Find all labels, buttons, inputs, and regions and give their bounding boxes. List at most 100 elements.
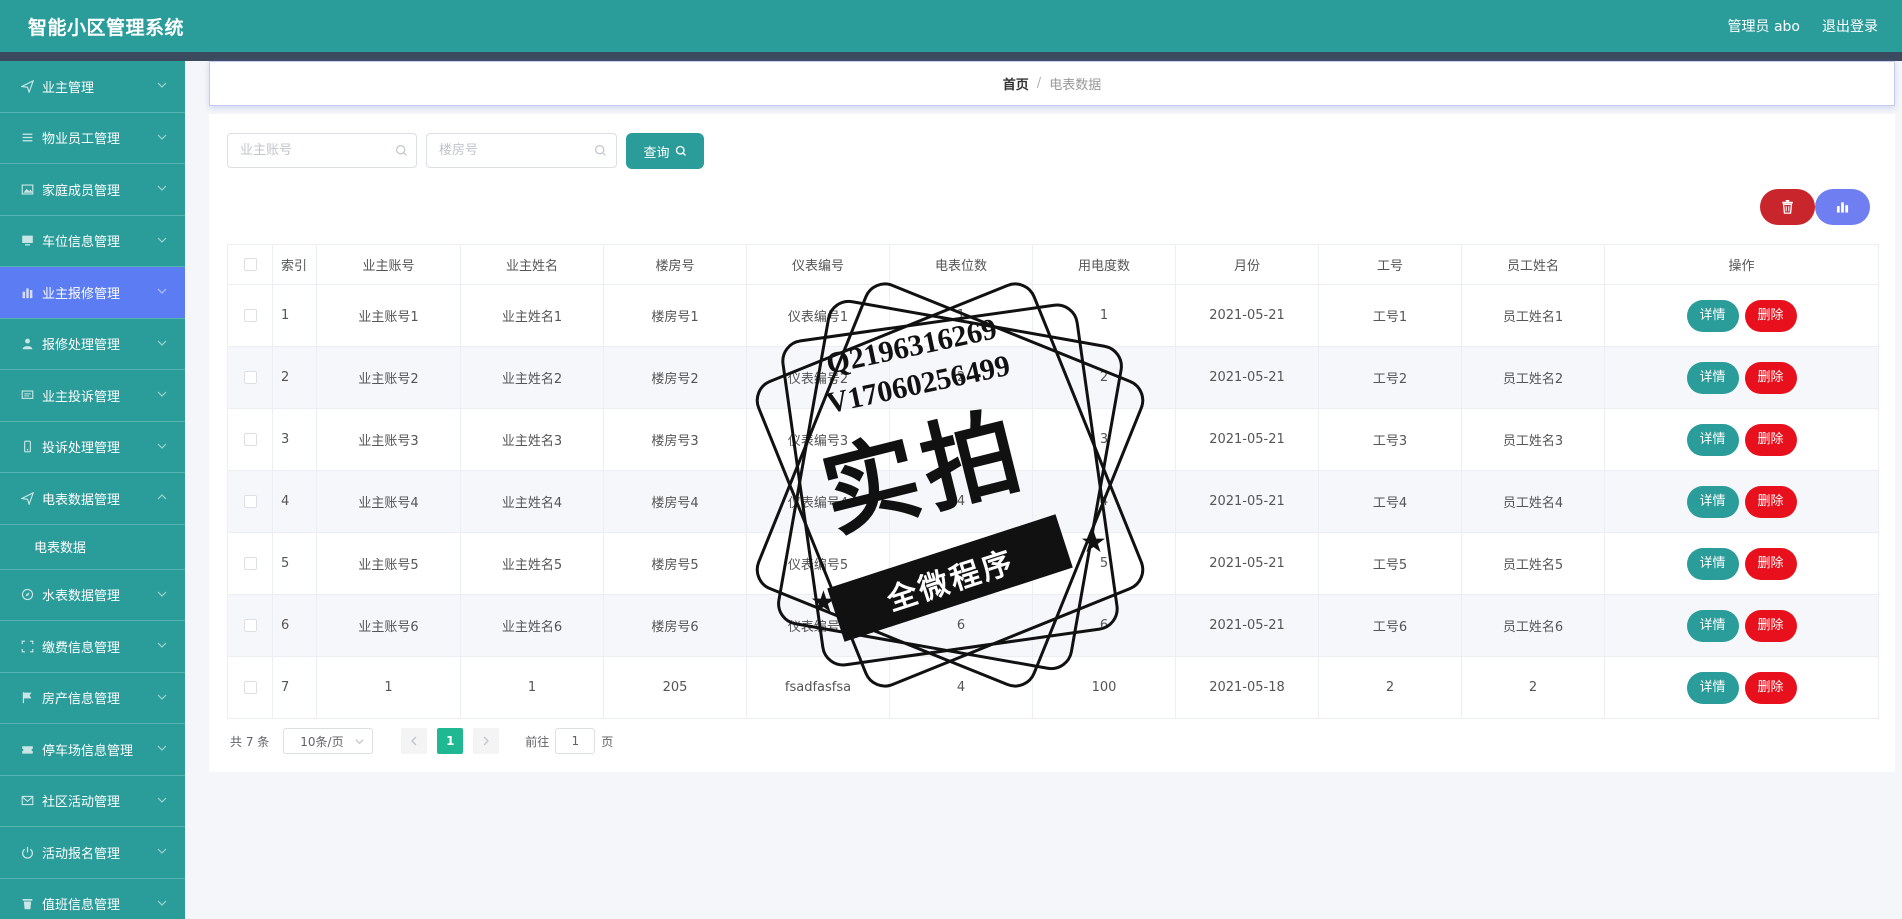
- owner-account-search-input[interactable]: [227, 133, 417, 168]
- table-cell-digits: 3: [889, 408, 1033, 471]
- detail-button[interactable]: 详情: [1686, 547, 1739, 580]
- send-icon: [20, 79, 34, 93]
- row-checkbox-cell[interactable]: [227, 346, 273, 409]
- table-cell-digits: 2: [889, 346, 1033, 409]
- flag-icon: [20, 691, 34, 705]
- sidebar-item-0[interactable]: 业主管理: [0, 61, 185, 113]
- delete-button[interactable]: 删除: [1744, 361, 1797, 394]
- statistics-button[interactable]: [1815, 189, 1870, 225]
- table-cell-month: 2021-05-21: [1175, 470, 1319, 533]
- detail-button[interactable]: 详情: [1686, 609, 1739, 642]
- table-cell-month: 2021-05-21: [1175, 532, 1319, 595]
- chevron-left-icon: [411, 736, 417, 746]
- page-number-current[interactable]: 1: [437, 728, 464, 754]
- breadcrumb-home[interactable]: 首页: [1003, 74, 1029, 93]
- compass-icon: [20, 588, 34, 602]
- chevron-down-icon: [157, 694, 167, 700]
- sidebar-item-8[interactable]: 电表数据管理: [0, 473, 185, 525]
- select-all-checkbox[interactable]: [227, 244, 273, 285]
- sidebar-item-11[interactable]: 房产信息管理: [0, 673, 185, 724]
- row-checkbox-cell[interactable]: [227, 656, 273, 719]
- table-cell-building: 楼房号3: [603, 408, 747, 471]
- sidebar-item-label: 房产信息管理: [42, 692, 121, 708]
- checkbox[interactable]: [243, 619, 257, 632]
- table-cell-meter: 仪表编号3: [746, 408, 890, 471]
- table-cell-meter: fsadfasfsa: [746, 656, 890, 719]
- row-checkbox-cell[interactable]: [227, 532, 273, 595]
- table-cell-usage: 3: [1032, 408, 1176, 471]
- table-cell-name: 业主姓名3: [460, 408, 604, 471]
- sidebar-item-2[interactable]: 家庭成员管理: [0, 164, 185, 216]
- table-cell-digits: 5: [889, 532, 1033, 595]
- checkbox[interactable]: [243, 258, 257, 271]
- sidebar-item-3[interactable]: 车位信息管理: [0, 216, 185, 267]
- prev-page-button[interactable]: [401, 728, 428, 754]
- delete-button[interactable]: 删除: [1744, 423, 1797, 456]
- sidebar-item-label: 业主管理: [42, 80, 95, 96]
- table-cell-building: 205: [603, 656, 747, 719]
- delete-button[interactable]: 删除: [1744, 299, 1797, 332]
- operation-cell: 详情 删除: [1604, 346, 1879, 409]
- sidebar-submenu-item[interactable]: 电表数据: [0, 525, 185, 570]
- detail-button[interactable]: 详情: [1686, 361, 1739, 394]
- sidebar-item-10[interactable]: 缴费信息管理: [0, 621, 185, 673]
- row-checkbox-cell[interactable]: [227, 408, 273, 471]
- row-checkbox-cell[interactable]: [227, 470, 273, 533]
- sidebar-item-1[interactable]: 物业员工管理: [0, 113, 185, 164]
- delete-button[interactable]: 删除: [1744, 485, 1797, 518]
- sidebar-item-label: 值班信息管理: [42, 898, 121, 914]
- sidebar-item-9[interactable]: 水表数据管理: [0, 570, 185, 621]
- sidebar-item-label: 物业员工管理: [42, 132, 121, 148]
- batch-delete-button[interactable]: [1760, 189, 1815, 225]
- detail-button[interactable]: 详情: [1686, 423, 1739, 456]
- detail-button[interactable]: 详情: [1686, 485, 1739, 518]
- table-row: 5 业主账号5 业主姓名5 楼房号5 仪表编号5 5 5 2021-05-21 工号5 员工姓名5…: [227, 532, 1879, 595]
- table-cell-usage: 100: [1032, 656, 1176, 719]
- sidebar-item-label: 业主报修管理: [42, 286, 121, 302]
- table-row: 4 业主账号4 业主姓名4 楼房号4 仪表编号4 4 4 2021-05-21 工号4 员工姓名4…: [227, 470, 1879, 533]
- sidebar-item-4[interactable]: 业主报修管理: [0, 267, 185, 319]
- table-header-row: 索引 业主账号 业主姓名 楼房号 仪表编号 电表位数 用电度数 月份 工号 员工…: [227, 244, 1879, 285]
- sidebar-item-6[interactable]: 业主投诉管理: [0, 370, 185, 422]
- table-cell-staff_no: 工号5: [1318, 532, 1462, 595]
- page-size-select[interactable]: 10条/页: [283, 728, 374, 754]
- delete-button[interactable]: 删除: [1744, 609, 1797, 642]
- sidebar-item-12[interactable]: 停车场信息管理: [0, 724, 185, 776]
- goto-page-input[interactable]: [555, 728, 596, 754]
- query-button[interactable]: 查询: [626, 133, 704, 169]
- table-cell-meter: 仪表编号6: [746, 594, 890, 657]
- sidebar-item-label: 电表数据管理: [42, 492, 121, 508]
- column-header: 工号: [1318, 244, 1462, 285]
- sidebar-item-7[interactable]: 投诉处理管理: [0, 422, 185, 473]
- row-checkbox-cell[interactable]: [227, 284, 273, 347]
- detail-button[interactable]: 详情: [1686, 299, 1739, 332]
- table-cell-staff_no: 工号3: [1318, 408, 1462, 471]
- checkbox[interactable]: [243, 309, 257, 322]
- delete-button[interactable]: 删除: [1744, 547, 1797, 580]
- row-checkbox-cell[interactable]: [227, 594, 273, 657]
- building-search-input[interactable]: [426, 133, 617, 168]
- delete-button[interactable]: 删除: [1744, 671, 1797, 704]
- search-icon: [595, 145, 606, 156]
- detail-button[interactable]: 详情: [1686, 671, 1739, 704]
- chevron-right-icon: [483, 736, 490, 746]
- admin-user-label[interactable]: 管理员 abo: [1728, 16, 1800, 36]
- sidebar-item-5[interactable]: 报修处理管理: [0, 319, 185, 370]
- table-cell-meter: 仪表编号1: [746, 284, 890, 347]
- sidebar-item-14[interactable]: 活动报名管理: [0, 827, 185, 879]
- checkbox[interactable]: [243, 371, 257, 384]
- logout-button[interactable]: 退出登录: [1822, 16, 1878, 36]
- checkbox[interactable]: [243, 495, 257, 508]
- sidebar-item-15[interactable]: 值班信息管理: [0, 879, 185, 919]
- checkbox[interactable]: [243, 433, 257, 446]
- checkbox[interactable]: [243, 557, 257, 570]
- sidebar-item-label: 家庭成员管理: [42, 183, 121, 199]
- breadcrumb-separator: /: [1036, 76, 1042, 91]
- next-page-button[interactable]: [473, 728, 500, 754]
- table-cell-staff_name: 员工姓名4: [1461, 470, 1605, 533]
- sidebar-item-label: 活动报名管理: [42, 846, 121, 862]
- phone-icon: [20, 440, 34, 454]
- checkbox[interactable]: [243, 681, 257, 694]
- sidebar-item-13[interactable]: 社区活动管理: [0, 776, 185, 827]
- table-cell-usage: 1: [1032, 284, 1176, 347]
